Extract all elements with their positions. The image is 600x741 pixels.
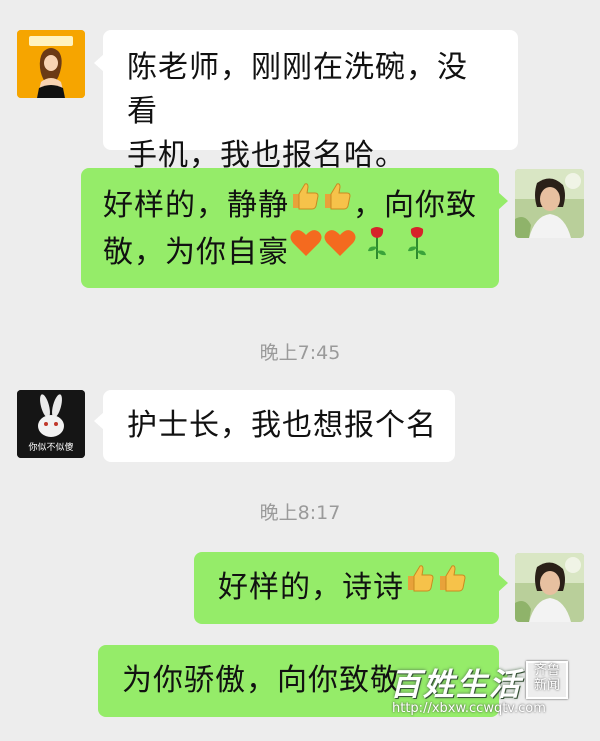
message-text-line: 好样的，静静 ，向你致: [103, 183, 479, 229]
watermark-seal-line: 新闻: [533, 678, 560, 693]
message-text-line: 敬，为你自豪: [103, 227, 479, 278]
rabbit-avatar-icon: 你似不似傻: [17, 390, 85, 458]
message-text-line: 护士长，我也想报个名: [127, 408, 437, 443]
bubble-tail: [94, 54, 104, 72]
outgoing-message-bubble[interactable]: 好样的，诗诗: [194, 552, 508, 624]
contact-avatar-cartoon-girl[interactable]: [17, 30, 85, 98]
watermark-brand: 百姓生活: [390, 667, 522, 703]
watermark-seal: 齐鲁 新闻: [526, 661, 568, 699]
message-text-segment: 好样的，静静: [103, 188, 289, 223]
rose-icon: [403, 225, 431, 274]
chat-screen: 陈老师，刚刚在洗碗，没看 手机，我也报名哈。 好样的，静静 ，向你致 敬，为你自豪…: [0, 0, 600, 741]
incoming-message-bubble[interactable]: 陈老师，刚刚在洗碗，没看 手机，我也报名哈。: [94, 30, 518, 173]
cartoon-girl-avatar-icon: [17, 30, 85, 98]
message-text-line: 好样的，诗诗: [218, 565, 479, 611]
my-avatar-photo[interactable]: [515, 169, 584, 238]
rose-icon: [363, 225, 391, 274]
incoming-message-bubble[interactable]: 护士长，我也想报个名: [94, 390, 455, 462]
bubble-tail: [498, 192, 508, 210]
thumbs-up-icon: [289, 180, 321, 225]
bubble-tail: [94, 412, 104, 430]
timestamp: 晚上8:17: [259, 502, 341, 524]
thumbs-up-icon: [436, 562, 468, 607]
orange-heart-icon: [289, 227, 323, 272]
message-text-segment: 好样的，诗诗: [218, 570, 404, 605]
woman-photo-avatar-icon: [515, 169, 584, 238]
timestamp: 晚上7:45: [259, 342, 341, 364]
thumbs-up-icon: [321, 180, 353, 225]
watermark-seal-line: 齐鲁: [533, 663, 560, 678]
woman-photo-avatar-icon: [515, 553, 584, 622]
avatar-caption: 你似不似傻: [28, 441, 73, 453]
watermark: 百姓生活 齐鲁 新闻 http://xbxw.ccwqtv.com: [390, 653, 600, 741]
contact-avatar-rabbit[interactable]: 你似不似傻: [17, 390, 85, 458]
my-avatar-photo[interactable]: [515, 553, 584, 622]
message-text-segment: 敬，为你自豪: [103, 235, 289, 270]
bubble-tail: [498, 574, 508, 592]
message-text-line: 陈老师，刚刚在洗碗，没看: [127, 50, 468, 129]
message-text-segment: ，向你致: [353, 188, 477, 223]
thumbs-up-icon: [404, 562, 436, 607]
orange-heart-icon: [323, 227, 357, 272]
outgoing-message-bubble[interactable]: 好样的，静静 ，向你致 敬，为你自豪: [81, 168, 508, 288]
watermark-url: http://xbxw.ccwqtv.com: [392, 701, 546, 716]
